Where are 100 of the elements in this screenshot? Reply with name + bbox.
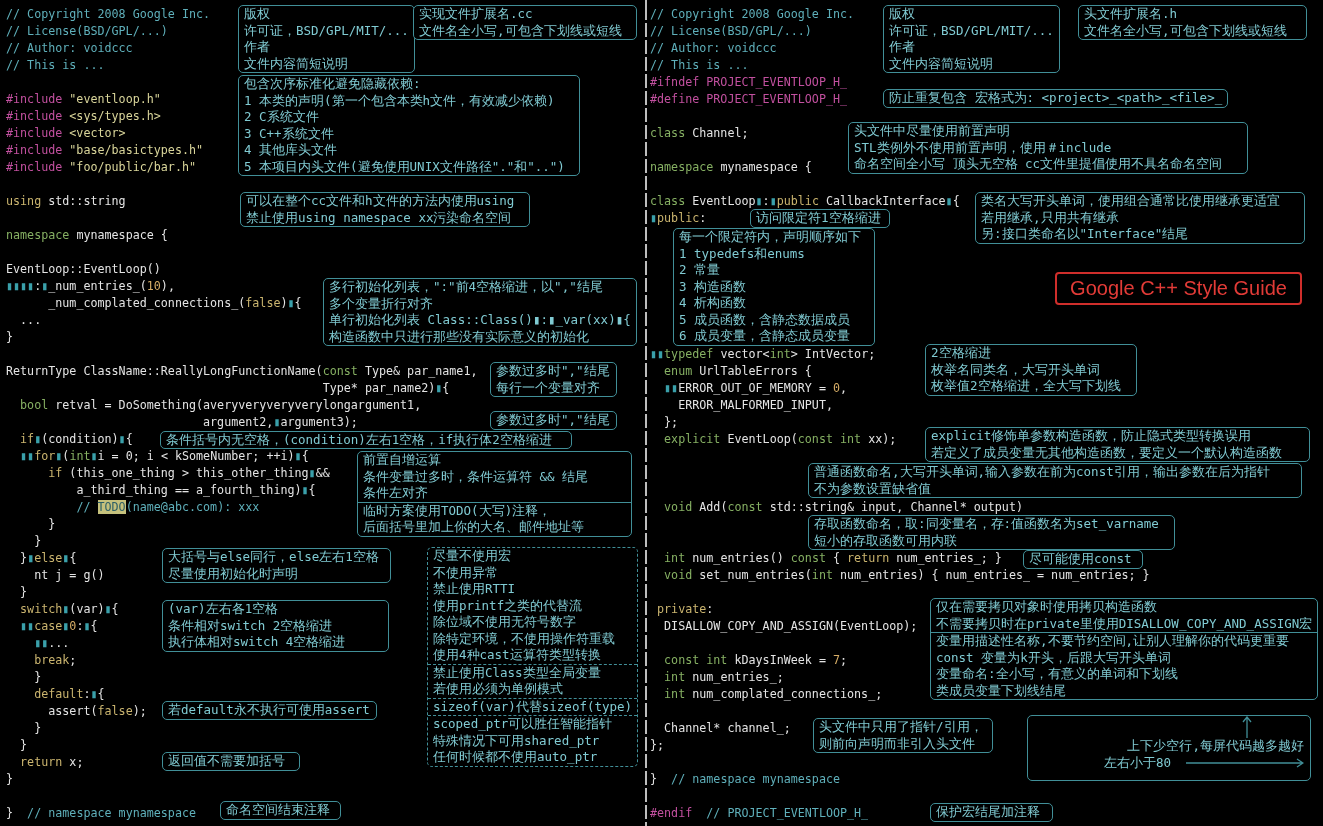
callout-text: 禁止使用Class类型全局变量 [433, 664, 601, 680]
callout-text: 条件括号内无空格，(condition)左右1空格，if执行体2空格缩进 [166, 431, 552, 447]
callout-text: 使用4种cast运算符类型转换 [433, 647, 601, 662]
code-line: namespace mynamespace { [6, 228, 168, 242]
code-line: // Author: voidccc [6, 41, 133, 55]
code-line: class Channel; [650, 126, 749, 140]
callout-text: 单行初始化列表 Class::Class()▮:▮_var(xx)▮{ [329, 312, 631, 327]
code-line: // License(BSD/GPL/...) [650, 24, 812, 38]
callout-text: 头文件中尽量使用前置声明 [854, 123, 1010, 138]
callout-text: 1 typedefs和enums [679, 245, 805, 261]
code-line: // This is ... [650, 58, 749, 72]
code-line: #ifndef PROJECT_EVENTLOOP_H_ [650, 75, 848, 89]
code-line: using std::string [6, 194, 126, 208]
code-line: }; [664, 415, 679, 429]
code-line: break; [34, 653, 77, 667]
callout-text: 不为参数设置缺省值 [814, 480, 931, 496]
callout-text: 包含次序标准化避免隐藏依赖: [244, 76, 421, 91]
code-line: ▮public: [650, 211, 707, 225]
code-line: class EventLoop▮:▮public CallbackInterface▮{ [650, 194, 960, 208]
code-line: } [6, 330, 14, 344]
code-line: assert(false); [48, 704, 147, 718]
code-line: // Author: voidccc [650, 41, 777, 55]
callout-text: 除位域不使用无符号数字 [433, 614, 576, 629]
callout-text: 若定义了成员变量无其他构造函数，要定义一个默认构造函数 [931, 444, 1282, 460]
callout-text: sizeof(var)代替sizeof(type) [433, 698, 633, 714]
code-line: ▮▮for▮(int▮i = 0; i < kSomeNumber; ++i)▮{ [20, 449, 309, 463]
callout-text: 每一个限定符内，声明顺序如下 [679, 229, 861, 244]
callout-text: 版权 [244, 6, 270, 21]
code-line: ▮▮typedef vector<int> IntVector; [650, 347, 876, 361]
callout-text: 变量命名:全小写，有意义的单词和下划线 [936, 666, 1178, 681]
code-line: #include <vector> [6, 126, 126, 140]
callout-text: 3 构造函数 [679, 278, 747, 294]
callout-text: 5 成员函数，含静态数据成员 [679, 311, 851, 327]
code-line: Channel* channel_; [664, 721, 791, 735]
callout-text: 类成员变量下划线结尾 [936, 682, 1066, 698]
code-line: }▮else▮{ [20, 551, 77, 565]
code-line: // License(BSD/GPL/...) [6, 24, 168, 38]
code-line: default:▮{ [34, 687, 105, 701]
callout-text: 2空格缩进 [931, 345, 991, 360]
code-line: #define PROJECT_EVENTLOOP_H_ [650, 92, 848, 106]
code-line: int num_entries() const { return num_entries_; } [664, 551, 1002, 565]
code-line: return x; [20, 755, 84, 769]
callout-text: 许可证，BSD/GPL/MIT/... [889, 22, 1054, 38]
code-line: explicit EventLoop(const int xx); [664, 432, 897, 446]
callout-text: scoped_ptr可以胜任智能指针 [433, 716, 613, 731]
callout-text: 枚举值2空格缩进，全大写下划线 [931, 378, 1121, 393]
callout-text: 条件变量过多时，条件运算符 && 结尾 [363, 468, 589, 484]
code-line: #include "foo/public/bar.h" [6, 160, 196, 174]
code-line: } [20, 738, 28, 752]
code-line: a_third_thing == a_fourth_thing)▮{ [76, 483, 316, 497]
code-line: private: [657, 602, 714, 616]
code-line: int num_complated_connections_; [664, 687, 883, 701]
callout-text: 命名空间全小写 顶头无空格 cc文件里提倡使用不具名命名空间 [854, 156, 1223, 171]
code-line: DISALLOW_COPY_AND_ASSIGN(EventLoop); [664, 619, 918, 633]
callout-text: 上下少空行,每屏代码越多越好 [1127, 738, 1304, 753]
callout-text: 若使用必须为单例模式 [433, 681, 563, 696]
code-line: } // namespace mynamespace [650, 772, 840, 786]
code-line: } [20, 585, 28, 599]
callout-text: 命名空间结束注释 [226, 802, 330, 817]
code-line: #include "base/basictypes.h" [6, 143, 204, 157]
callout-text: 返回值不需要加括号 [168, 753, 285, 768]
code-line: // Copyright 2008 Google Inc. [650, 7, 855, 21]
callout-text: 类名大写开头单词，使用组合通常比使用继承更适宜 [981, 193, 1280, 208]
code-line: ▮▮... [34, 636, 70, 650]
callout-text: 尽量使用初始化时声明 [168, 565, 298, 581]
code-line: namespace mynamespace { [650, 160, 812, 174]
callout-text: 短小的存取函数可用内联 [814, 532, 957, 548]
code-line: int num_entries_; [664, 670, 784, 684]
code-line: ERROR_MALFORMED_INPUT, [678, 398, 833, 412]
callout-text: 多行初始化列表，":"前4空格缩进，以","结尾 [329, 279, 603, 294]
code-line: if▮(condition)▮{ [20, 432, 133, 446]
callout-text: 1 本类的声明(第一个包含本类h文件，有效减少依赖) [244, 92, 555, 108]
code-line: // This is ... [6, 58, 105, 72]
callout-text: 6 成员变量，含静态成员变量 [679, 328, 851, 343]
code-line: #endif // PROJECT_EVENTLOOP_H_ [650, 806, 869, 820]
callout-text: 条件左对齐 [363, 485, 428, 500]
code-line: ... [20, 313, 42, 327]
callout-text: 变量用描述性名称,不要节约空间,让别人理解你的代码更重要 [936, 633, 1290, 648]
callout-text: 执行体相对switch 4空格缩进 [168, 634, 346, 649]
callout-text: 使用printf之类的代替流 [433, 597, 583, 613]
callout-text: explicit修饰单参数构造函数，防止隐式类型转换误用 [931, 428, 1252, 443]
code-line: // Copyright 2008 Google Inc. [6, 7, 211, 21]
callout-text: 头文件中只用了指针/引用， [819, 719, 983, 734]
callout-text: 前置自增运算 [363, 452, 441, 467]
callout-text: 任何时候都不使用auto_ptr [433, 749, 598, 764]
code-line: nt j = g() [34, 568, 105, 582]
code-line: ▮▮case▮0:▮{ [20, 619, 98, 633]
callout-text: 访问限定符1空格缩进 [756, 210, 881, 225]
callout-text: const 变量为k开头，后跟大写开头单词 [936, 649, 1171, 665]
callout-text: 存取函数命名，取:同变量名，存:值函数名为set_varname [814, 516, 1159, 531]
callout-text: 另:接口类命名以"Interface"结尾 [981, 226, 1189, 241]
callout-text: 3 C++系统文件 [244, 125, 334, 141]
callout-text: 头文件扩展名.h [1084, 6, 1178, 21]
callout-text: 2 C系统文件 [244, 109, 319, 124]
code-line: const int kDaysInWeek = 7; [664, 653, 848, 667]
callout-text: 禁止使用using namespace xx污染命名空间 [246, 209, 512, 225]
code-line: enum UrlTableErrors { [664, 364, 812, 378]
callout-text: 左右小于80 [1104, 754, 1172, 772]
callout-text: 多个变量折行对齐 [329, 295, 433, 311]
callout-text: 每行一个变量对齐 [496, 379, 600, 395]
